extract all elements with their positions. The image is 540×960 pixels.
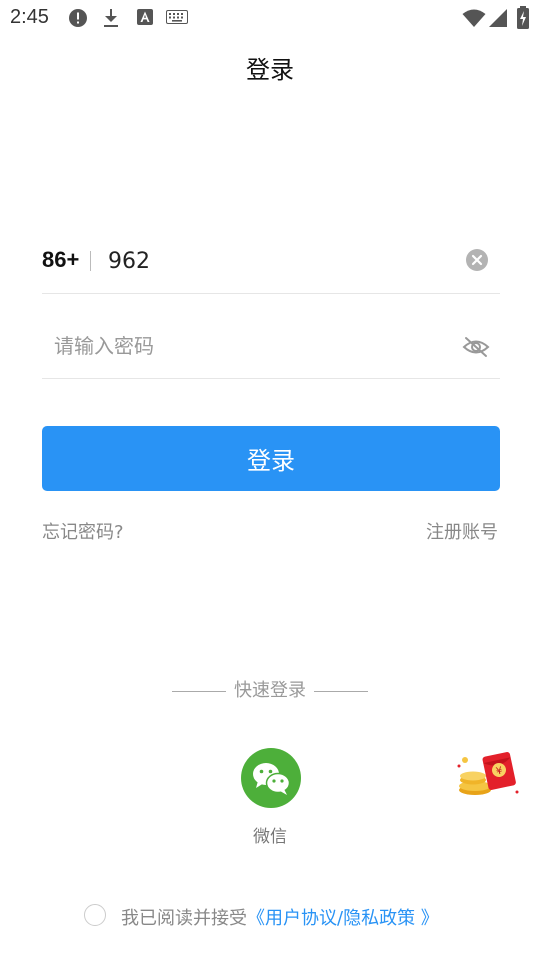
eye-off-icon [462,337,490,357]
keyboard-icon [166,10,188,24]
divider-line-left [172,690,226,692]
close-icon [471,254,483,266]
red-packet-icon: ¥ [457,751,519,795]
register-link[interactable]: 注册账号 [426,518,498,544]
status-bar: 2:45 [0,0,540,36]
wifi-icon [462,9,486,27]
wechat-login-button[interactable] [241,748,301,808]
quick-login-label: 快速登录 [234,680,306,701]
wechat-icon [253,763,291,795]
agreement-prefix: 我已阅读并接受 [121,908,247,929]
country-code[interactable]: 86+ [42,247,79,273]
divider-line-right [314,690,368,692]
phone-input[interactable] [108,243,448,279]
login-button[interactable]: 登录 [42,426,500,491]
phone-field: 86+ [42,229,500,294]
font-icon [137,9,153,25]
password-field [42,314,500,379]
country-code-divider [90,251,91,271]
toggle-password-visibility-button[interactable] [462,336,490,362]
quick-login-divider: 快速登录 [0,676,540,702]
status-time: 2:45 [10,6,49,28]
download-icon [104,9,118,27]
user-agreement-link[interactable]: 《用户协议/隐私政策 》 [247,908,439,929]
page-title: 登录 [246,56,294,84]
battery-charging-icon [517,6,529,29]
agreement-text: 我已阅读并接受《用户协议/隐私政策 》 [121,904,439,930]
wechat-label: 微信 [253,827,287,847]
alert-icon [69,9,87,27]
password-input[interactable] [54,328,434,364]
signal-icon [489,9,507,27]
forgot-password-link[interactable]: 忘记密码? [42,518,124,544]
clear-phone-button[interactable] [466,249,488,271]
red-packet-button[interactable]: ¥ [455,748,525,802]
agreement-checkbox[interactable] [84,904,106,926]
